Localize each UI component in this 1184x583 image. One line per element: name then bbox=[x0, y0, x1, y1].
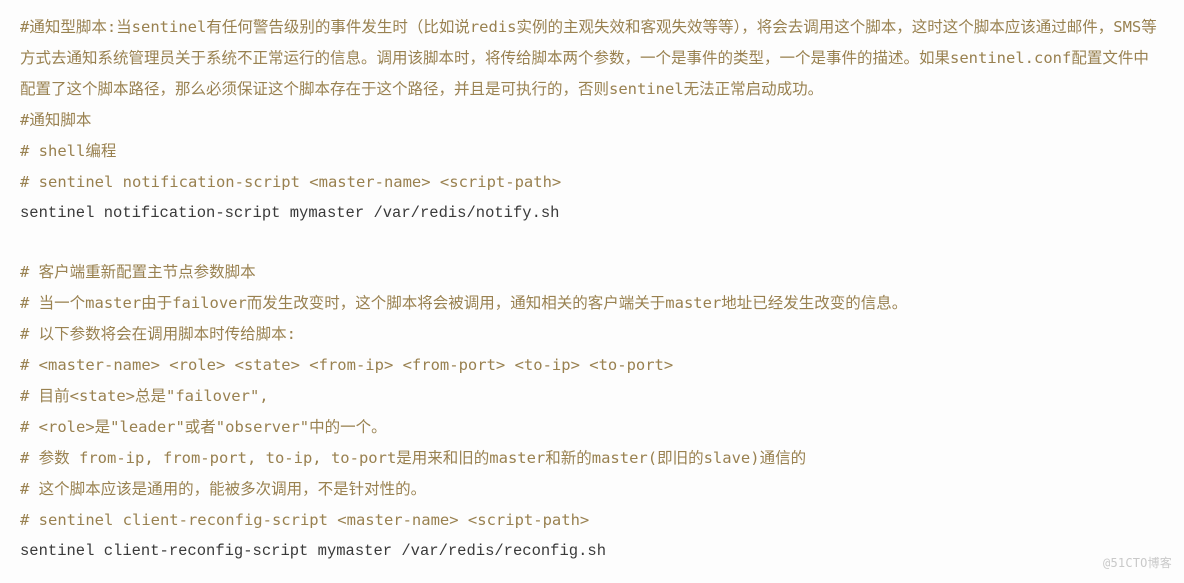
comment-line: # 当一个master由于failover而发生改变时，这个脚本将会被调用，通知… bbox=[20, 288, 1164, 319]
config-code-block: #通知型脚本:当sentinel有任何警告级别的事件发生时（比如说redis实例… bbox=[20, 12, 1164, 567]
comment-line: # 以下参数将会在调用脚本时传给脚本: bbox=[20, 319, 1164, 350]
comment-line: # <role>是"leader"或者"observer"中的一个。 bbox=[20, 412, 1164, 443]
comment-line: # 客户端重新配置主节点参数脚本 bbox=[20, 257, 1164, 288]
comment-line: # 参数 from-ip, from-port, to-ip, to-port是… bbox=[20, 443, 1164, 474]
comment-line: # sentinel client-reconfig-script <maste… bbox=[20, 505, 1164, 536]
comment-line: # 目前<state>总是"failover", bbox=[20, 381, 1164, 412]
code-line: sentinel client-reconfig-script mymaster… bbox=[20, 536, 1164, 567]
watermark-text: @51CTO博客 bbox=[1103, 551, 1172, 575]
comment-line: # shell编程 bbox=[20, 136, 1164, 167]
comment-line: # sentinel notification-script <master-n… bbox=[20, 167, 1164, 198]
comment-line: #通知型脚本:当sentinel有任何警告级别的事件发生时（比如说redis实例… bbox=[20, 12, 1164, 105]
comment-line: # <master-name> <role> <state> <from-ip>… bbox=[20, 350, 1164, 381]
code-line: sentinel notification-script mymaster /v… bbox=[20, 198, 1164, 229]
blank-line bbox=[20, 229, 1164, 257]
comment-line: #通知脚本 bbox=[20, 105, 1164, 136]
comment-line: # 这个脚本应该是通用的，能被多次调用，不是针对性的。 bbox=[20, 474, 1164, 505]
